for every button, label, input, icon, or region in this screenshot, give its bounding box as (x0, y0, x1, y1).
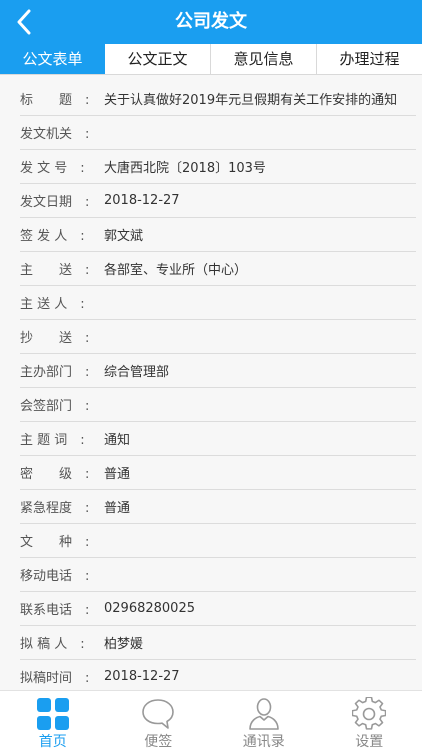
home-grid-icon (36, 698, 69, 730)
row-value: 2018-12-27 (104, 193, 180, 208)
document-form: 标 题 : 关于认真做好2019年元旦假期有关工作安排的通知 发文机关 : 发 文… (0, 80, 422, 688)
row-value: 郭文斌 (104, 229, 144, 244)
form-row-mobile-phone: 移动电话 : (20, 558, 416, 592)
speech-bubble-icon (142, 699, 175, 729)
tab-form[interactable]: 公文表单 (0, 44, 105, 74)
row-value: 大唐西北院〔2018〕103号 (104, 161, 266, 176)
row-label: 密 级 : (20, 467, 90, 482)
row-label: 主 送 : (20, 263, 90, 278)
contacts-person-icon (248, 698, 279, 730)
tab-bar: 公文表单 公文正文 意见信息 办理过程 (0, 44, 422, 75)
tabbar-notes[interactable]: 便签 (106, 691, 212, 750)
form-row-urgency: 紧急程度 : 普通 (20, 490, 416, 524)
tabbar-label: 便签 (144, 734, 173, 750)
row-value: 普通 (104, 467, 131, 482)
tab-opinions[interactable]: 意见信息 (211, 44, 317, 74)
row-value: 通知 (104, 433, 131, 448)
row-label: 发 文 号 : (20, 161, 85, 176)
tabbar-settings[interactable]: 设置 (317, 691, 422, 750)
form-row-recipient-person: 主 送 人 : (20, 286, 416, 320)
form-row-security-level: 密 级 : 普通 (20, 456, 416, 490)
row-label: 拟稿时间 : (20, 671, 90, 686)
form-row-draft-time: 拟稿时间 : 2018-12-27 (20, 660, 416, 688)
row-label: 主 送 人 : (20, 297, 85, 312)
row-label: 文 种 : (20, 535, 90, 550)
row-label: 发文日期 : (20, 195, 90, 210)
row-label: 抄 送 : (20, 331, 90, 346)
form-row-issue-date: 发文日期 : 2018-12-27 (20, 184, 416, 218)
gear-icon (352, 697, 387, 730)
row-label: 标 题 : (20, 93, 90, 108)
bottom-tab-bar: 首页 便签 通讯录 设置 (0, 690, 422, 750)
row-label: 主 题 词 : (20, 433, 85, 448)
row-label: 发文机关 : (20, 127, 90, 142)
row-value: 关于认真做好2019年元旦假期有关工作安排的通知 (104, 93, 398, 108)
row-value: 柏梦媛 (104, 637, 144, 652)
form-row-keywords: 主 题 词 : 通知 (20, 422, 416, 456)
form-row-cc: 抄 送 : (20, 320, 416, 354)
form-row-issuing-authority: 发文机关 : (20, 116, 416, 150)
form-row-signer: 签 发 人 : 郭文斌 (20, 218, 416, 252)
row-label: 会签部门 : (20, 399, 90, 414)
tab-process[interactable]: 办理过程 (317, 44, 422, 74)
tabbar-label: 设置 (355, 734, 384, 750)
row-label: 签 发 人 : (20, 229, 85, 244)
tabbar-label: 通讯录 (242, 734, 285, 750)
form-row-main-recipient: 主 送 : 各部室、专业所（中心） (20, 252, 416, 286)
form-row-contact-phone: 联系电话 : 02968280025 (20, 592, 416, 626)
tab-document-body[interactable]: 公文正文 (105, 44, 211, 74)
form-row-title: 标 题 : 关于认真做好2019年元旦假期有关工作安排的通知 (20, 82, 416, 116)
form-row-cosign-department: 会签部门 : (20, 388, 416, 422)
form-row-document-type: 文 种 : (20, 524, 416, 558)
row-label: 主办部门 : (20, 365, 90, 380)
form-row-document-number: 发 文 号 : 大唐西北院〔2018〕103号 (20, 150, 416, 184)
row-label: 紧急程度 : (20, 501, 90, 516)
row-value: 综合管理部 (104, 365, 170, 380)
form-row-host-department: 主办部门 : 综合管理部 (20, 354, 416, 388)
row-label: 联系电话 : (20, 603, 90, 618)
row-value: 各部室、专业所（中心） (104, 263, 248, 278)
row-value: 2018-12-27 (104, 669, 180, 684)
row-label: 拟 稿 人 : (20, 637, 85, 652)
row-label: 移动电话 : (20, 569, 90, 584)
row-value: 普通 (104, 501, 131, 516)
tabbar-home[interactable]: 首页 (0, 691, 106, 750)
title-bar: 公司发文 (0, 0, 422, 44)
page-title: 公司发文 (175, 11, 247, 32)
row-value: 02968280025 (104, 601, 195, 616)
form-row-drafter: 拟 稿 人 : 柏梦媛 (20, 626, 416, 660)
tabbar-label: 首页 (38, 734, 67, 750)
tabbar-contacts[interactable]: 通讯录 (211, 691, 317, 750)
